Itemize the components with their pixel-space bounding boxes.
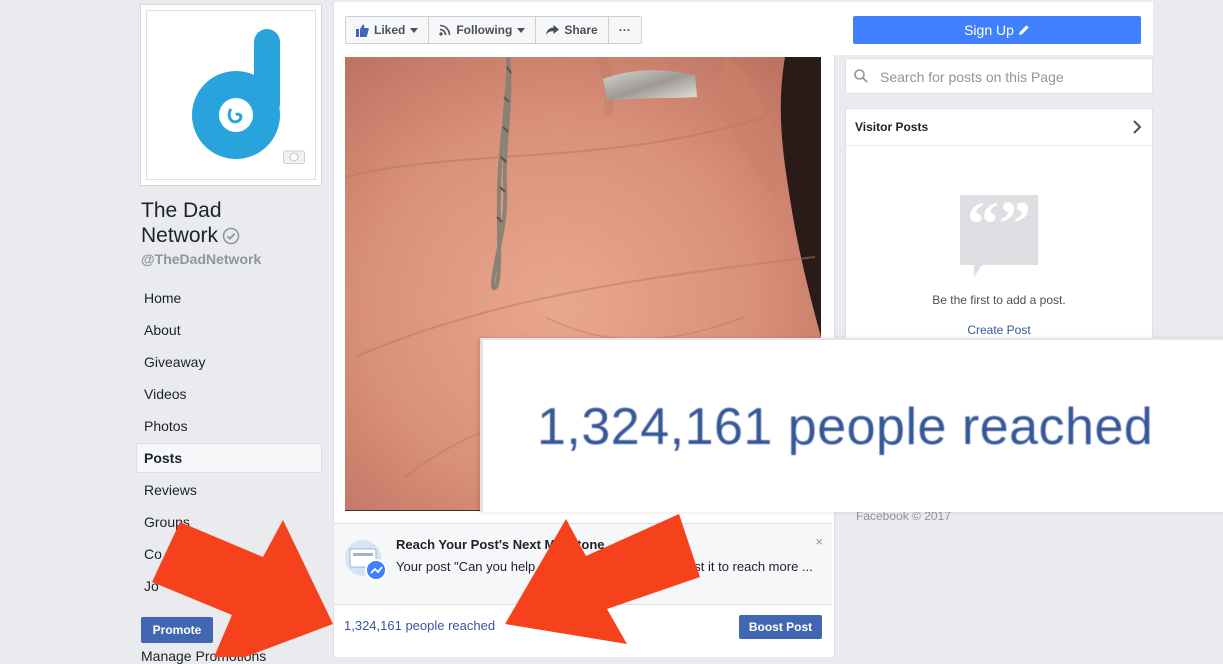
visitor-posts-title: Visitor Posts: [855, 120, 929, 134]
more-options-button[interactable]: ···: [609, 17, 641, 43]
sidebar-item-videos[interactable]: Videos: [136, 379, 322, 409]
page-name-line1: The Dad: [141, 199, 222, 222]
milestone-panel: Reach Your Post's Next Milestone Your po…: [334, 523, 832, 605]
sign-up-button[interactable]: Sign Up: [853, 16, 1141, 44]
following-button[interactable]: Following: [429, 17, 537, 43]
visitor-posts-card: Visitor Posts “” Be the first to add a p…: [845, 108, 1153, 340]
promote-button[interactable]: Promote: [141, 617, 213, 643]
rss-icon: [439, 24, 451, 36]
people-reached-link[interactable]: 1,324,161 people reached: [344, 618, 495, 633]
zoomed-reach-callout: 1,324,161 people reached: [480, 338, 1223, 512]
search-input[interactable]: [878, 59, 1150, 95]
profile-picture[interactable]: [140, 4, 322, 186]
sidebar-item-about[interactable]: About: [136, 315, 322, 345]
verified-icon: [222, 226, 240, 251]
page-handle[interactable]: @TheDadNetwork: [141, 251, 261, 267]
search-icon: [854, 69, 868, 88]
share-arrow-icon: [546, 24, 560, 35]
sidebar-item-reviews[interactable]: Reviews: [136, 475, 322, 505]
visitor-posts-empty-text: Be the first to add a post.: [932, 293, 1066, 307]
sidebar-item-posts[interactable]: Posts: [136, 443, 322, 473]
share-label: Share: [564, 23, 598, 37]
create-post-link[interactable]: Create Post: [846, 323, 1152, 337]
liked-label: Liked: [374, 23, 406, 37]
sidebar-item-giveaway[interactable]: Giveaway: [136, 347, 322, 377]
sidebar-item-community[interactable]: Co: [136, 539, 322, 569]
thumbs-up-icon: [356, 24, 369, 37]
page-action-bar: Liked Following Share ···: [345, 16, 642, 44]
share-button[interactable]: Share: [536, 17, 609, 43]
visitor-posts-header[interactable]: Visitor Posts: [846, 109, 1152, 146]
sidebar-item-home[interactable]: Home: [136, 283, 322, 313]
page-name-line2: Network: [141, 224, 219, 247]
caret-down-icon: [517, 27, 526, 33]
boost-post-button[interactable]: Boost Post: [739, 615, 822, 639]
svg-text:“”: “”: [967, 195, 1031, 259]
pencil-icon: [1018, 25, 1029, 35]
page-search-box: [845, 58, 1153, 95]
following-label: Following: [456, 23, 513, 37]
sidebar-item-groups[interactable]: Groups: [136, 507, 322, 537]
quote-bubble-icon: “”: [960, 188, 1038, 282]
close-icon[interactable]: ×: [815, 534, 823, 549]
manage-promotions-link[interactable]: Manage Promotions: [141, 648, 266, 664]
milestone-title: Reach Your Post's Next Milestone: [396, 537, 605, 552]
sidebar-item-photos[interactable]: Photos: [136, 411, 322, 441]
liked-button[interactable]: Liked: [346, 17, 430, 43]
boost-chart-icon: [343, 540, 387, 587]
page-title: The Dad Network: [141, 198, 331, 251]
zoomed-reach-text: 1,324,161 people reached: [537, 398, 1154, 456]
camera-icon[interactable]: [283, 148, 305, 169]
more-icon: ···: [618, 23, 631, 37]
caret-down-icon: [410, 27, 419, 33]
chevron-right-icon[interactable]: [1132, 120, 1142, 139]
sign-up-label: Sign Up: [964, 22, 1014, 38]
milestone-body: Your post "Can you help ... close to 5,0…: [396, 559, 813, 574]
sidebar-item-jobs[interactable]: Jo: [136, 571, 322, 601]
